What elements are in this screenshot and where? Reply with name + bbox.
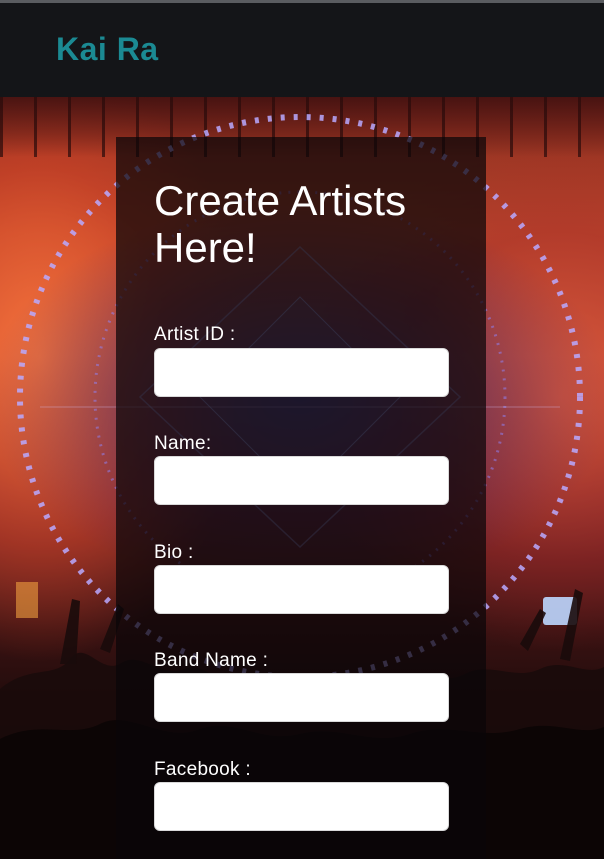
app-window: Kai Ra Create Artists Here! Artist ID : … xyxy=(0,0,604,859)
bio-label: Bio : xyxy=(154,542,194,563)
bio-input[interactable] xyxy=(154,565,449,614)
form-title: Create Artists Here! xyxy=(154,177,407,271)
name-label: Name: xyxy=(154,433,212,454)
brand-logo-text[interactable]: Kai Ra xyxy=(56,31,159,68)
facebook-label: Facebook : xyxy=(154,759,251,780)
top-navbar: Kai Ra xyxy=(0,0,604,97)
name-input[interactable] xyxy=(154,456,449,505)
artist-id-label: Artist ID : xyxy=(154,324,236,345)
facebook-input[interactable] xyxy=(154,782,449,831)
band-name-input[interactable] xyxy=(154,673,449,722)
artist-id-input[interactable] xyxy=(154,348,449,397)
band-name-label: Band Name : xyxy=(154,650,269,671)
create-artist-form: Create Artists Here! Artist ID : Name: B… xyxy=(116,137,486,859)
